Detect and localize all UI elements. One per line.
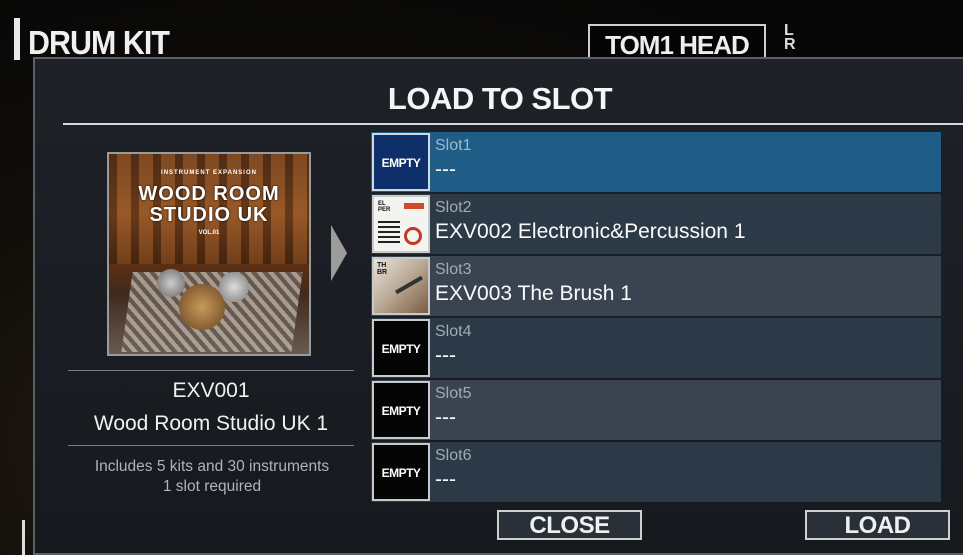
cover-art-brush [395, 275, 423, 295]
cover-main-line2: STUDIO UK [149, 204, 269, 226]
slot-name: Slot6 [435, 447, 472, 464]
slot-content: --- [435, 406, 456, 429]
slot-content: --- [435, 468, 456, 491]
slot-content: --- [435, 344, 456, 367]
cover-cymbal [157, 269, 185, 297]
pack-description: Includes 5 kits and 30 instruments 1 slo… [57, 457, 367, 497]
cover-art-block [378, 221, 400, 243]
slot-content: --- [435, 158, 456, 181]
title-accent-bar [14, 18, 20, 60]
slot-item-3[interactable]: TH BR Slot3 EXV003 The Brush 1 [371, 256, 941, 316]
slot-name: Slot2 [435, 199, 472, 216]
slot-content: EXV002 Electronic&Percussion 1 [435, 220, 746, 243]
dialog-title: LOAD TO SLOT [387, 81, 613, 116]
arrow-right-icon [331, 225, 347, 281]
cover-main-line1: WOOD ROOM [138, 183, 280, 205]
empty-thumbnail-label: EMPTY [381, 156, 421, 170]
slot-thumbnail: EMPTY [372, 443, 430, 501]
slot-name: Slot4 [435, 323, 472, 340]
side-label: LR [784, 22, 796, 53]
cover-cymbal [219, 272, 249, 302]
slot-thumbnail: TH BR [372, 257, 430, 315]
electronic-percussion-cover-image: EL PER [374, 197, 428, 251]
cover-art-circle [404, 227, 422, 245]
slot-thumbnail: EMPTY [372, 133, 430, 191]
the-brush-cover-image: TH BR [374, 259, 428, 313]
close-button[interactable]: CLOSE [497, 510, 642, 540]
load-button[interactable]: LOAD [805, 510, 950, 540]
empty-thumbnail-label: EMPTY [381, 404, 421, 418]
empty-thumbnail-label: EMPTY [381, 466, 421, 480]
cover-art-block [404, 203, 424, 209]
empty-thumbnail-label: EMPTY [381, 342, 421, 356]
cover-top-text: INSTRUMENT EXPANSION [161, 170, 257, 176]
slot-item-2[interactable]: EL PER Slot2 EXV002 Electronic&Percussion… [371, 194, 941, 254]
slot-thumbnail: EMPTY [372, 381, 430, 439]
slot-item-1[interactable]: EMPTY Slot1 --- [371, 132, 941, 192]
pack-divider-top [68, 370, 354, 371]
slot-content: EXV003 The Brush 1 [435, 282, 632, 305]
background-divider [22, 520, 25, 555]
slot-name: Slot1 [435, 137, 472, 154]
cover-volume-text: VOL.01 [198, 230, 220, 236]
cover-bass-drum [179, 284, 225, 330]
slot-item-4[interactable]: EMPTY Slot4 --- [371, 318, 941, 378]
load-to-slot-dialog: LOAD TO SLOT INSTRUMENT EXPANSION WOOD R… [33, 57, 963, 555]
title-divider [63, 123, 963, 125]
cover-art-text: TH BR [377, 262, 388, 276]
pack-description-line1: Includes 5 kits and 30 instruments [94, 458, 330, 475]
slot-thumbnail: EMPTY [372, 319, 430, 377]
pack-description-line2: 1 slot required [162, 478, 262, 495]
pack-cover-image: INSTRUMENT EXPANSION WOOD ROOM STUDIO UK… [107, 152, 311, 356]
slot-thumbnail: EL PER [372, 195, 430, 253]
pack-divider-bottom [68, 445, 354, 446]
pack-name: Wood Room Studio UK 1 [93, 412, 329, 435]
slot-item-5[interactable]: EMPTY Slot5 --- [371, 380, 941, 440]
cover-main-text: WOOD ROOM STUDIO UK [109, 184, 309, 226]
slot-name: Slot5 [435, 385, 472, 402]
pack-id: EXV001 [172, 379, 250, 402]
slot-name: Slot3 [435, 261, 472, 278]
cover-art-text: EL PER [378, 201, 391, 213]
slot-item-6[interactable]: EMPTY Slot6 --- [371, 442, 941, 502]
